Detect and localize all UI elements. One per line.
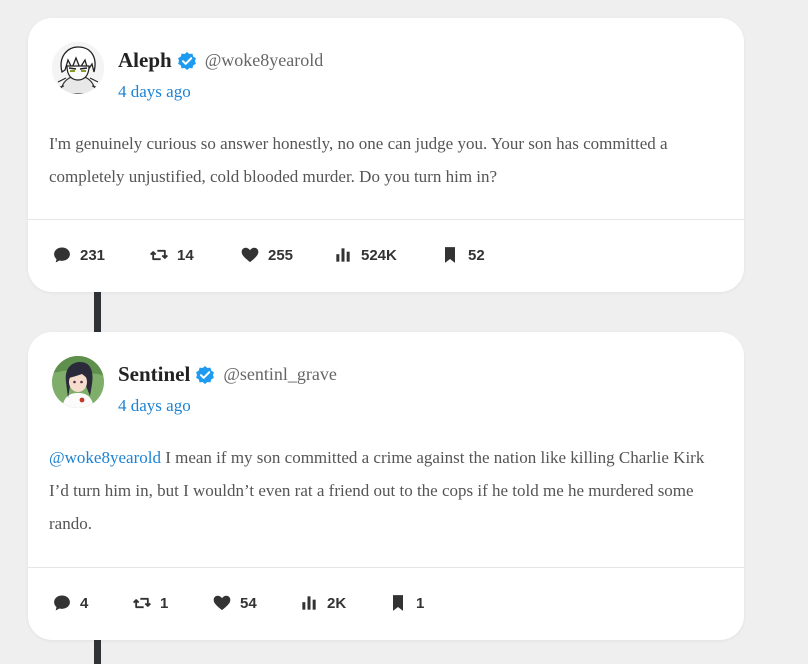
views-button[interactable]: 2K <box>299 593 346 613</box>
like-button[interactable]: 54 <box>212 593 257 613</box>
like-button[interactable]: 255 <box>240 245 293 265</box>
thread-connector-line <box>94 640 101 664</box>
divider <box>28 567 744 568</box>
avatar[interactable] <box>52 356 104 408</box>
repost-count: 1 <box>160 594 169 612</box>
author-handle[interactable]: @woke8yearold <box>205 50 324 71</box>
reply-count: 4 <box>80 594 89 612</box>
avatar[interactable] <box>52 42 104 94</box>
verified-badge-icon <box>196 365 215 384</box>
comment-icon <box>54 595 70 611</box>
views-icon <box>336 248 350 262</box>
reply-button[interactable]: 4 <box>52 593 88 613</box>
repost-icon <box>150 249 168 261</box>
post-card[interactable]: Sentinel @sentinl_grave 4 days ago @woke… <box>28 332 744 640</box>
author-handle[interactable]: @sentinl_grave <box>223 364 337 385</box>
mention-link[interactable]: @woke8yearold <box>49 448 161 467</box>
avatar-image <box>52 42 104 94</box>
repost-icon <box>133 597 151 609</box>
repost-count: 14 <box>177 246 194 264</box>
bookmark-count: 1 <box>416 594 425 612</box>
views-count: 524K <box>361 246 397 264</box>
author-name[interactable]: Sentinel <box>118 362 190 387</box>
bookmark-button[interactable]: 52 <box>440 245 485 265</box>
avatar-image <box>52 356 104 408</box>
views-button[interactable]: 524K <box>333 245 397 265</box>
heart-icon <box>213 595 231 611</box>
comment-icon <box>54 247 70 263</box>
repost-button[interactable]: 14 <box>149 245 194 265</box>
post-card[interactable]: Aleph @woke8yearold 4 days ago I'm genui… <box>28 18 744 292</box>
verified-badge-icon <box>177 51 196 70</box>
repost-button[interactable]: 1 <box>132 593 168 613</box>
thread-connector-line <box>94 292 101 332</box>
post-text: @woke8yearold I mean if my son committed… <box>49 441 720 540</box>
bookmark-icon <box>393 595 403 611</box>
post-body: I'm genuinely curious so answer honestly… <box>49 134 668 186</box>
bookmark-count: 52 <box>468 246 485 264</box>
post-timestamp[interactable]: 4 days ago <box>118 396 191 416</box>
bookmark-icon <box>445 247 455 263</box>
bookmark-button[interactable]: 1 <box>388 593 424 613</box>
author-name[interactable]: Aleph <box>118 48 172 73</box>
like-count: 54 <box>240 594 257 612</box>
views-count: 2K <box>327 594 347 612</box>
divider <box>28 219 744 220</box>
heart-icon <box>241 247 259 263</box>
post-text: I'm genuinely curious so answer honestly… <box>49 127 720 193</box>
post-timestamp[interactable]: 4 days ago <box>118 82 191 102</box>
reply-count: 231 <box>80 246 106 264</box>
reply-button[interactable]: 231 <box>52 245 105 265</box>
like-count: 255 <box>268 246 294 264</box>
views-icon <box>302 596 316 610</box>
